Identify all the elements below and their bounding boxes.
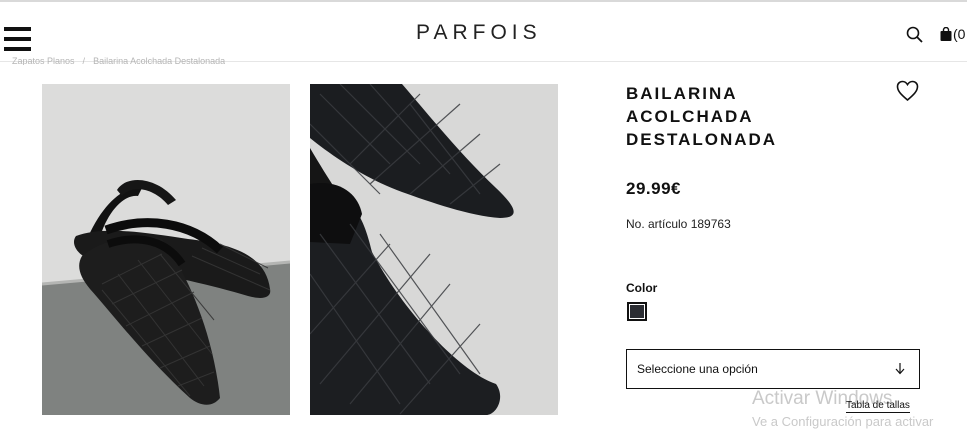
cart-button[interactable]: (0: [940, 24, 967, 44]
shopping-bag-icon: [940, 27, 952, 41]
breadcrumb-separator: /: [82, 57, 86, 65]
breadcrumb-current: Bailarina Acolchada Destalonada: [93, 57, 226, 65]
breadcrumb: Zapatos Planos / Bailarina Acolchada Desta…: [12, 57, 225, 65]
product-sku: No. artículo 189763: [626, 217, 731, 231]
color-swatch-fill: [630, 305, 644, 318]
cart-count: (0: [953, 26, 966, 42]
wishlist-heart-icon[interactable]: [896, 80, 919, 102]
product-title-line: ACOLCHADA: [626, 107, 754, 126]
product-image-side-view[interactable]: [42, 84, 290, 415]
site-header: PARFOIS (0: [0, 2, 967, 62]
color-label: Color: [626, 281, 658, 295]
size-select-placeholder: Seleccione una opción: [637, 362, 758, 376]
hamburger-menu-icon[interactable]: [4, 26, 31, 52]
breadcrumb-link[interactable]: Zapatos Planos: [12, 57, 75, 65]
product-image-closeup[interactable]: [310, 84, 558, 415]
search-icon[interactable]: [906, 26, 923, 43]
arrow-down-icon: [895, 363, 905, 375]
windows-activation-subtext: Ve a Configuración para activar: [752, 414, 934, 429]
product-title-line: DESTALONADA: [626, 130, 778, 149]
size-select[interactable]: Seleccione una opción: [626, 349, 920, 389]
product-title: BAILARINA ACOLCHADA DESTALONADA: [626, 82, 866, 151]
product-price: 29.99€: [626, 179, 681, 198]
product-title-line: BAILARINA: [626, 84, 738, 103]
color-swatch[interactable]: [627, 302, 647, 321]
brand-logo[interactable]: PARFOIS: [416, 21, 542, 45]
size-guide-link[interactable]: Tabla de tallas: [846, 400, 910, 413]
